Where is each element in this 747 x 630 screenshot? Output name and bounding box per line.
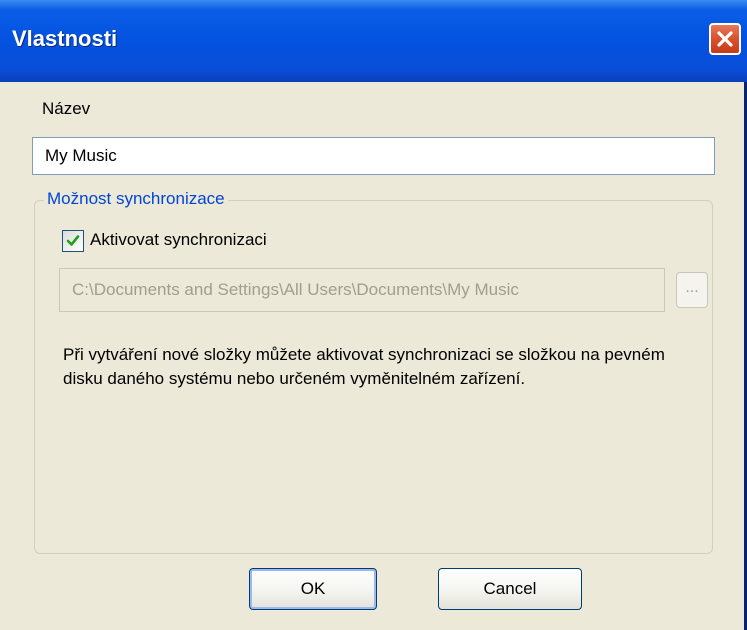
sync-options-legend: Možnost synchronizace xyxy=(44,189,228,209)
browse-button[interactable]: ... xyxy=(676,272,708,308)
title-bar[interactable]: Vlastnosti xyxy=(0,0,747,82)
enable-sync-label[interactable]: Aktivovat synchronizaci xyxy=(90,230,267,250)
sync-path-field: C:\Documents and Settings\All Users\Docu… xyxy=(59,268,665,312)
ok-button[interactable]: OK xyxy=(249,568,377,610)
cancel-button[interactable]: Cancel xyxy=(438,568,582,610)
check-icon xyxy=(66,235,80,246)
close-button[interactable] xyxy=(709,23,741,55)
close-icon xyxy=(717,31,733,47)
name-input[interactable]: My Music xyxy=(32,137,715,175)
properties-dialog: Vlastnosti Název My Music Možnost synchr… xyxy=(0,0,747,630)
enable-sync-checkbox[interactable] xyxy=(62,230,84,252)
name-label: Název xyxy=(42,99,91,118)
sync-description: Při vytváření nové složky můžete aktivov… xyxy=(63,345,665,388)
window-title: Vlastnosti xyxy=(12,26,118,51)
